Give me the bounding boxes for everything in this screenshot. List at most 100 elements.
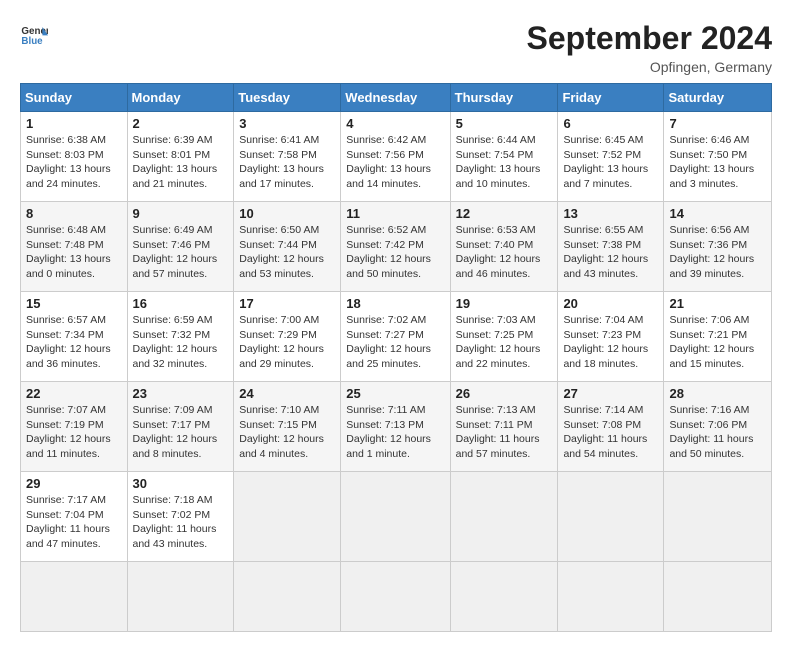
header: General Blue September 2024 Opfingen, Ge…: [20, 20, 772, 75]
table-row: 25 Sunrise: 7:11 AM Sunset: 7:13 PM Dayl…: [341, 382, 450, 472]
table-row: 29 Sunrise: 7:17 AM Sunset: 7:04 PM Dayl…: [21, 472, 128, 562]
day-info: Sunrise: 6:53 AM Sunset: 7:40 PM Dayligh…: [456, 223, 553, 282]
location-title: Opfingen, Germany: [527, 59, 772, 75]
table-row: 12 Sunrise: 6:53 AM Sunset: 7:40 PM Dayl…: [450, 202, 558, 292]
day-info: Sunrise: 6:52 AM Sunset: 7:42 PM Dayligh…: [346, 223, 444, 282]
table-row: 26 Sunrise: 7:13 AM Sunset: 7:11 PM Dayl…: [450, 382, 558, 472]
logo-icon: General Blue: [20, 20, 48, 48]
table-row: 7 Sunrise: 6:46 AM Sunset: 7:50 PM Dayli…: [664, 112, 772, 202]
month-title: September 2024: [527, 20, 772, 57]
day-number: 29: [26, 476, 122, 491]
day-info: Sunrise: 6:57 AM Sunset: 7:34 PM Dayligh…: [26, 313, 122, 372]
empty-cell: [450, 472, 558, 562]
header-monday: Monday: [127, 84, 234, 112]
header-sunday: Sunday: [21, 84, 128, 112]
day-info: Sunrise: 6:46 AM Sunset: 7:50 PM Dayligh…: [669, 133, 766, 192]
table-row: 27 Sunrise: 7:14 AM Sunset: 7:08 PM Dayl…: [558, 382, 664, 472]
table-row: 13 Sunrise: 6:55 AM Sunset: 7:38 PM Dayl…: [558, 202, 664, 292]
calendar-week-5: 29 Sunrise: 7:17 AM Sunset: 7:04 PM Dayl…: [21, 472, 772, 562]
empty-cell: [664, 472, 772, 562]
day-number: 12: [456, 206, 553, 221]
table-row: 15 Sunrise: 6:57 AM Sunset: 7:34 PM Dayl…: [21, 292, 128, 382]
calendar-week-2: 8 Sunrise: 6:48 AM Sunset: 7:48 PM Dayli…: [21, 202, 772, 292]
table-row: 2 Sunrise: 6:39 AM Sunset: 8:01 PM Dayli…: [127, 112, 234, 202]
table-row: 5 Sunrise: 6:44 AM Sunset: 7:54 PM Dayli…: [450, 112, 558, 202]
day-info: Sunrise: 6:38 AM Sunset: 8:03 PM Dayligh…: [26, 133, 122, 192]
day-info: Sunrise: 7:00 AM Sunset: 7:29 PM Dayligh…: [239, 313, 335, 372]
empty-cell: [234, 472, 341, 562]
day-number: 21: [669, 296, 766, 311]
table-row: 10 Sunrise: 6:50 AM Sunset: 7:44 PM Dayl…: [234, 202, 341, 292]
header-tuesday: Tuesday: [234, 84, 341, 112]
day-number: 18: [346, 296, 444, 311]
day-number: 2: [133, 116, 229, 131]
day-number: 24: [239, 386, 335, 401]
day-number: 20: [563, 296, 658, 311]
day-info: Sunrise: 6:44 AM Sunset: 7:54 PM Dayligh…: [456, 133, 553, 192]
day-number: 13: [563, 206, 658, 221]
day-info: Sunrise: 6:49 AM Sunset: 7:46 PM Dayligh…: [133, 223, 229, 282]
header-friday: Friday: [558, 84, 664, 112]
table-row: 30 Sunrise: 7:18 AM Sunset: 7:02 PM Dayl…: [127, 472, 234, 562]
day-info: Sunrise: 7:13 AM Sunset: 7:11 PM Dayligh…: [456, 403, 553, 462]
day-number: 5: [456, 116, 553, 131]
day-info: Sunrise: 7:07 AM Sunset: 7:19 PM Dayligh…: [26, 403, 122, 462]
table-row: 11 Sunrise: 6:52 AM Sunset: 7:42 PM Dayl…: [341, 202, 450, 292]
header-thursday: Thursday: [450, 84, 558, 112]
day-info: Sunrise: 7:06 AM Sunset: 7:21 PM Dayligh…: [669, 313, 766, 372]
title-area: September 2024 Opfingen, Germany: [527, 20, 772, 75]
day-number: 11: [346, 206, 444, 221]
day-info: Sunrise: 6:42 AM Sunset: 7:56 PM Dayligh…: [346, 133, 444, 192]
day-info: Sunrise: 6:39 AM Sunset: 8:01 PM Dayligh…: [133, 133, 229, 192]
table-row: 20 Sunrise: 7:04 AM Sunset: 7:23 PM Dayl…: [558, 292, 664, 382]
day-info: Sunrise: 7:14 AM Sunset: 7:08 PM Dayligh…: [563, 403, 658, 462]
table-row: 28 Sunrise: 7:16 AM Sunset: 7:06 PM Dayl…: [664, 382, 772, 472]
table-row: 17 Sunrise: 7:00 AM Sunset: 7:29 PM Dayl…: [234, 292, 341, 382]
day-header-row: Sunday Monday Tuesday Wednesday Thursday…: [21, 84, 772, 112]
day-number: 1: [26, 116, 122, 131]
day-number: 19: [456, 296, 553, 311]
day-info: Sunrise: 6:45 AM Sunset: 7:52 PM Dayligh…: [563, 133, 658, 192]
day-info: Sunrise: 7:11 AM Sunset: 7:13 PM Dayligh…: [346, 403, 444, 462]
calendar-week-3: 15 Sunrise: 6:57 AM Sunset: 7:34 PM Dayl…: [21, 292, 772, 382]
table-row: 23 Sunrise: 7:09 AM Sunset: 7:17 PM Dayl…: [127, 382, 234, 472]
table-row: 18 Sunrise: 7:02 AM Sunset: 7:27 PM Dayl…: [341, 292, 450, 382]
day-number: 3: [239, 116, 335, 131]
table-row: 19 Sunrise: 7:03 AM Sunset: 7:25 PM Dayl…: [450, 292, 558, 382]
table-row: 9 Sunrise: 6:49 AM Sunset: 7:46 PM Dayli…: [127, 202, 234, 292]
day-number: 22: [26, 386, 122, 401]
empty-cell: [21, 562, 128, 632]
header-saturday: Saturday: [664, 84, 772, 112]
empty-cell: [341, 562, 450, 632]
empty-cell: [341, 472, 450, 562]
day-info: Sunrise: 6:55 AM Sunset: 7:38 PM Dayligh…: [563, 223, 658, 282]
table-row: 21 Sunrise: 7:06 AM Sunset: 7:21 PM Dayl…: [664, 292, 772, 382]
day-number: 6: [563, 116, 658, 131]
day-info: Sunrise: 7:04 AM Sunset: 7:23 PM Dayligh…: [563, 313, 658, 372]
day-info: Sunrise: 6:59 AM Sunset: 7:32 PM Dayligh…: [133, 313, 229, 372]
day-number: 27: [563, 386, 658, 401]
calendar-week-1: 1 Sunrise: 6:38 AM Sunset: 8:03 PM Dayli…: [21, 112, 772, 202]
day-info: Sunrise: 7:16 AM Sunset: 7:06 PM Dayligh…: [669, 403, 766, 462]
day-number: 15: [26, 296, 122, 311]
day-number: 25: [346, 386, 444, 401]
empty-cell: [558, 562, 664, 632]
svg-text:Blue: Blue: [21, 36, 43, 47]
day-info: Sunrise: 6:50 AM Sunset: 7:44 PM Dayligh…: [239, 223, 335, 282]
day-info: Sunrise: 7:09 AM Sunset: 7:17 PM Dayligh…: [133, 403, 229, 462]
empty-cell: [450, 562, 558, 632]
table-row: 14 Sunrise: 6:56 AM Sunset: 7:36 PM Dayl…: [664, 202, 772, 292]
table-row: 4 Sunrise: 6:42 AM Sunset: 7:56 PM Dayli…: [341, 112, 450, 202]
day-number: 28: [669, 386, 766, 401]
day-info: Sunrise: 6:48 AM Sunset: 7:48 PM Dayligh…: [26, 223, 122, 282]
calendar-week-4: 22 Sunrise: 7:07 AM Sunset: 7:19 PM Dayl…: [21, 382, 772, 472]
table-row: 1 Sunrise: 6:38 AM Sunset: 8:03 PM Dayli…: [21, 112, 128, 202]
day-number: 17: [239, 296, 335, 311]
day-number: 10: [239, 206, 335, 221]
day-number: 9: [133, 206, 229, 221]
day-info: Sunrise: 7:10 AM Sunset: 7:15 PM Dayligh…: [239, 403, 335, 462]
day-number: 14: [669, 206, 766, 221]
empty-cell: [558, 472, 664, 562]
table-row: 6 Sunrise: 6:45 AM Sunset: 7:52 PM Dayli…: [558, 112, 664, 202]
day-number: 16: [133, 296, 229, 311]
